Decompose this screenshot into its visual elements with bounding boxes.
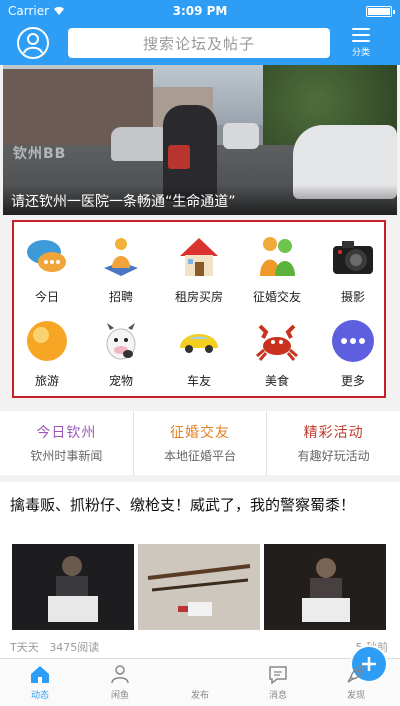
couple-icon	[260, 237, 295, 276]
category-label: 车友	[186, 374, 211, 388]
tab-secondhand[interactable]: 闲鱼	[90, 659, 150, 706]
sun-icon	[27, 321, 67, 361]
category-pets[interactable]: 宠物	[84, 312, 158, 392]
banner-caption: 请还钦州一医院一条畅通“生命通道”	[3, 185, 397, 215]
tab-label: 发现	[346, 691, 365, 701]
tab-label: 消息	[268, 691, 287, 701]
menu-icon	[352, 28, 370, 42]
chat-bubbles-icon	[27, 240, 66, 272]
menu-label: 分类	[351, 48, 370, 58]
feature-title: 征婚交友	[170, 425, 230, 441]
feature-today-qinzhou[interactable]: 今日钦州 钦州时事新闻	[0, 411, 134, 475]
tab-label: 动态	[30, 691, 49, 701]
news-banner[interactable]: 钦州BB 请还钦州一医院一条畅通“生命通道”	[3, 65, 397, 215]
category-label: 摄影	[340, 290, 365, 304]
house-icon	[180, 238, 218, 276]
banner-watermark: 钦州BB	[13, 146, 67, 162]
post-card[interactable]: 擒毒贩、抓粉仔、缴枪支！威武了，我的警察蜀黍！ T天天 3475阅读 5 秒前	[0, 482, 400, 660]
status-time: 3:09 PM	[172, 4, 228, 18]
category-dating[interactable]: 征婚交友	[240, 228, 314, 308]
person-book-icon	[104, 238, 138, 276]
feature-title: 精彩活动	[303, 425, 364, 441]
bottom-tab-bar: 动态 闲鱼 发布 消息 发现	[0, 645, 400, 706]
search-placeholder: 搜索论坛及帖子	[142, 34, 255, 53]
category-label: 征婚交友	[252, 290, 301, 304]
category-more[interactable]: 更多	[316, 312, 390, 392]
message-icon	[269, 666, 287, 685]
category-car-club[interactable]: 车友	[162, 312, 236, 392]
post-image[interactable]	[264, 544, 386, 630]
feature-row: 今日钦州 钦州时事新闻 征婚交友 本地征婚平台 精彩活动 有趣好玩活动	[0, 411, 400, 475]
category-label: 更多	[340, 374, 365, 388]
status-bar: Carrier 3:09 PM	[0, 0, 400, 22]
post-image[interactable]	[138, 544, 260, 630]
battery-icon	[366, 5, 395, 17]
tab-discover[interactable]: 发现	[326, 659, 386, 706]
category-label: 美食	[264, 374, 289, 388]
rocket-icon	[347, 665, 365, 683]
tab-feed[interactable]: 动态	[10, 659, 70, 706]
category-photography[interactable]: 摄影	[316, 228, 390, 308]
tab-label: 发布	[190, 691, 209, 701]
search-input[interactable]: 搜索论坛及帖子	[68, 28, 330, 58]
category-today[interactable]: 今日	[10, 228, 84, 308]
user-avatar-icon[interactable]	[16, 26, 50, 60]
category-grid: 今日 招聘 租房买房 征婚交友 摄影 旅游 宠物 车友 美食 更多	[12, 220, 386, 398]
category-housing[interactable]: 租房买房	[162, 228, 236, 308]
post-meta: T天天 3475阅读	[10, 639, 99, 655]
category-label: 租房买房	[174, 290, 223, 304]
home-icon	[31, 666, 49, 683]
feature-subtitle: 钦州时事新闻	[30, 449, 103, 463]
category-jobs[interactable]: 招聘	[84, 228, 158, 308]
category-label: 今日	[34, 290, 59, 304]
camera-icon	[333, 241, 373, 274]
category-travel[interactable]: 旅游	[10, 312, 84, 392]
post-author: T天天	[10, 641, 39, 654]
category-menu-button[interactable]: 分类	[346, 25, 376, 63]
people-icon	[111, 665, 129, 684]
tab-messages[interactable]: 消息	[248, 659, 308, 706]
feature-dating[interactable]: 征婚交友 本地征婚平台	[134, 411, 268, 475]
crab-icon	[256, 324, 298, 361]
post-views: 3475阅读	[49, 641, 100, 654]
feature-subtitle: 本地征婚平台	[164, 449, 237, 463]
top-header: 搜索论坛及帖子 分类	[0, 22, 400, 65]
category-label: 宠物	[108, 374, 133, 388]
category-food[interactable]: 美食	[240, 312, 314, 392]
post-title[interactable]: 擒毒贩、抓粉仔、缴枪支！威武了，我的警察蜀黍！	[10, 494, 390, 516]
more-icon	[332, 320, 374, 362]
tab-label: 闲鱼	[110, 691, 129, 701]
feature-subtitle: 有趣好玩活动	[297, 449, 370, 463]
feature-events[interactable]: 精彩活动 有趣好玩活动	[267, 411, 400, 475]
category-label: 招聘	[108, 290, 133, 304]
cow-icon	[106, 323, 136, 360]
tab-publish[interactable]: 发布	[170, 645, 388, 706]
post-image[interactable]	[12, 544, 134, 630]
category-label: 旅游	[34, 374, 59, 388]
feature-title: 今日钦州	[36, 425, 97, 441]
car-icon	[180, 334, 218, 353]
